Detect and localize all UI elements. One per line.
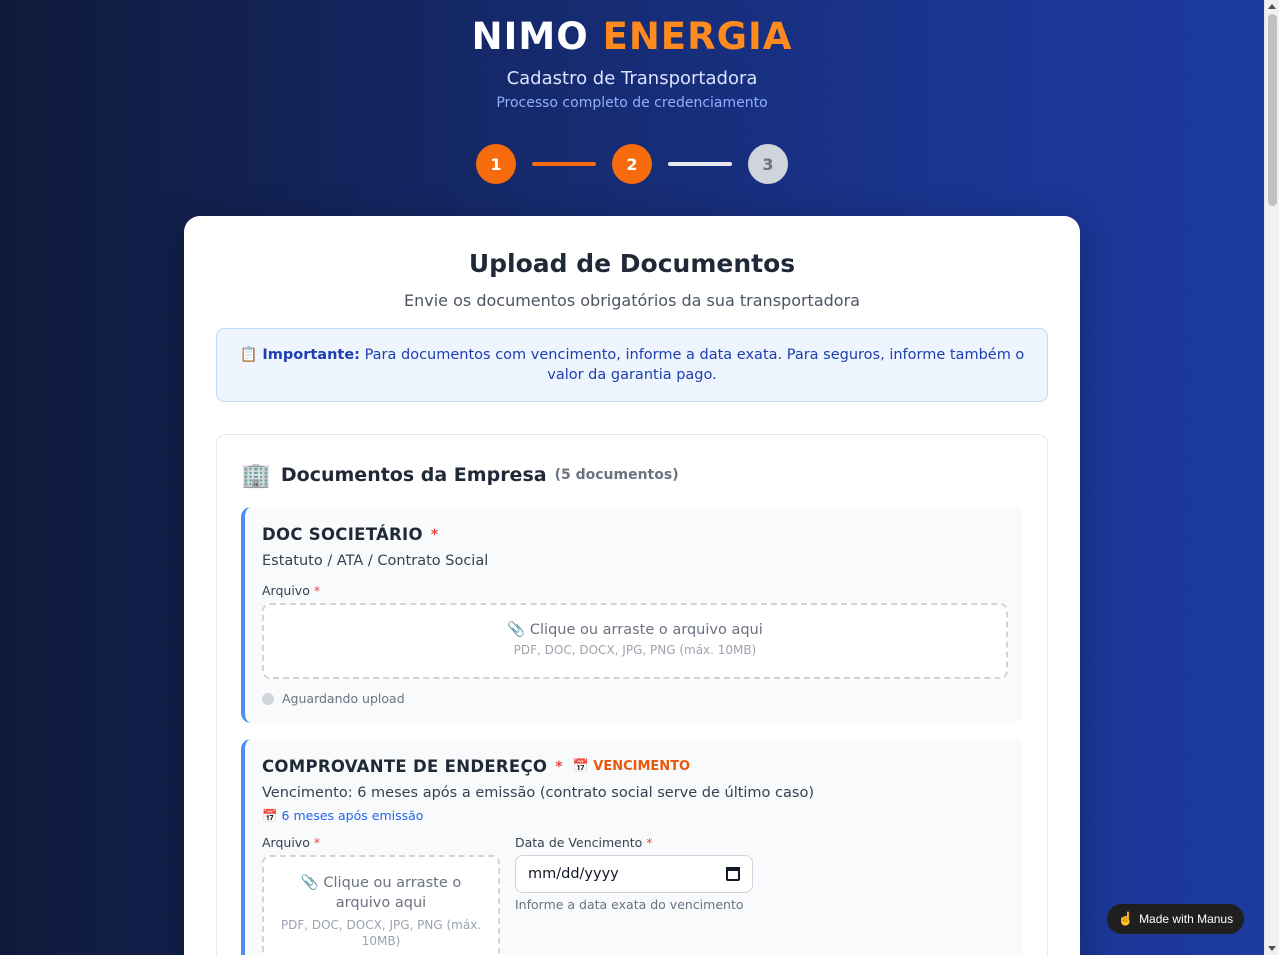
required-mark: *	[313, 835, 321, 850]
doc-card-comprovante-endereco: COMPROVANTE DE ENDEREÇO * 📅 VENCIMENTO V…	[241, 739, 1023, 955]
step-1: 1	[476, 144, 516, 184]
file-label-text: Arquivo	[262, 835, 310, 850]
doc-card-societario: DOC SOCIETÁRIO * Estatuto / ATA / Contra…	[241, 507, 1023, 723]
page-subtitle: Cadastro de Transportadora	[506, 68, 758, 89]
clipboard-icon: 📋	[239, 347, 258, 363]
logo-nimo: NIMO	[471, 15, 589, 58]
required-mark: *	[430, 526, 439, 543]
made-with-manus-badge[interactable]: ☝ Made with Manus	[1107, 904, 1244, 934]
hand-icon: ☝	[1117, 911, 1135, 926]
notice-text: Para documentos com vencimento, informe …	[364, 347, 1025, 383]
step-connector-2	[668, 162, 732, 166]
doc-title-row: COMPROVANTE DE ENDEREÇO * 📅 VENCIMENTO	[262, 757, 690, 776]
date-placeholder: mm/dd/yyyy	[528, 866, 619, 882]
expiry-badge: 📅 VENCIMENTO	[572, 759, 691, 774]
section-count: (5 documentos)	[554, 467, 679, 483]
dropzone-text: 📎 Clique ou arraste o arquivo aqui	[507, 622, 763, 638]
date-label: Data de Vencimento *	[515, 835, 653, 850]
expiry-hint: 📅 6 meses após emissão	[262, 808, 424, 823]
date-hint: Informe a data exata do vencimento	[515, 897, 744, 912]
file-label-text: Arquivo	[262, 583, 310, 598]
dropzone-text: 📎 Clique ou arraste o arquivo aqui	[300, 875, 462, 911]
required-mark: *	[646, 835, 653, 850]
file-label: Arquivo *	[262, 835, 320, 850]
section-header: 🏢 Documentos da Empresa (5 documentos)	[241, 461, 679, 489]
step-2: 2	[612, 144, 652, 184]
required-mark: *	[555, 758, 563, 775]
upload-card: Upload de Documentos Envie os documentos…	[184, 216, 1080, 955]
page-lead: Envie os documentos obrigatórios da sua …	[404, 291, 860, 310]
step-connector-1	[532, 162, 596, 166]
brand-logo: NIMO ENERGIA	[0, 15, 1264, 58]
expiry-date-input[interactable]: mm/dd/yyyy	[515, 855, 753, 893]
company-documents-section: 🏢 Documentos da Empresa (5 documentos) D…	[216, 434, 1048, 955]
important-notice: 📋 Importante: Para documentos com vencim…	[216, 328, 1048, 402]
page-title: Upload de Documentos	[468, 249, 796, 278]
doc-title-row: DOC SOCIETÁRIO *	[262, 525, 438, 544]
date-label-text: Data de Vencimento	[515, 835, 643, 850]
vertical-scrollbar[interactable]	[1264, 0, 1279, 955]
doc-name: COMPROVANTE DE ENDEREÇO	[262, 757, 548, 776]
scrollbar-thumb[interactable]	[1268, 14, 1277, 206]
status-dot	[262, 692, 274, 705]
step-3: 3	[748, 144, 788, 184]
file-dropzone[interactable]: 📎 Clique ou arraste o arquivo aqui PDF, …	[262, 603, 1008, 679]
doc-name: DOC SOCIETÁRIO	[262, 525, 423, 544]
file-dropzone[interactable]: 📎 Clique ou arraste o arquivo aqui PDF, …	[262, 855, 500, 955]
notice-label: Importante:	[262, 347, 360, 363]
calendar-icon[interactable]	[726, 867, 740, 881]
scroll-down-arrow[interactable]	[1268, 946, 1276, 951]
section-title: Documentos da Empresa	[280, 464, 547, 486]
logo-energia: ENERGIA	[602, 15, 793, 58]
doc-description: Estatuto / ATA / Contrato Social	[262, 553, 489, 569]
dropzone-formats: PDF, DOC, DOCX, JPG, PNG (máx. 10MB)	[513, 643, 757, 657]
building-icon: 🏢	[241, 461, 271, 489]
progress-stepper: 1 2 3	[476, 144, 796, 184]
dropzone-formats: PDF, DOC, DOCX, JPG, PNG (máx. 10MB)	[280, 918, 482, 948]
page-tagline: Processo completo de credenciamento	[496, 95, 768, 111]
badge-text: Made with Manus	[1139, 912, 1234, 926]
upload-status: Aguardando upload	[262, 691, 405, 706]
page-header: NIMO ENERGIA Cadastro de Transportadora …	[0, 0, 1264, 111]
doc-description: Vencimento: 6 meses após a emissão (cont…	[262, 785, 814, 801]
required-mark: *	[313, 583, 321, 598]
scroll-up-arrow[interactable]	[1268, 4, 1276, 9]
file-label: Arquivo *	[262, 583, 320, 598]
status-text: Aguardando upload	[282, 691, 405, 706]
